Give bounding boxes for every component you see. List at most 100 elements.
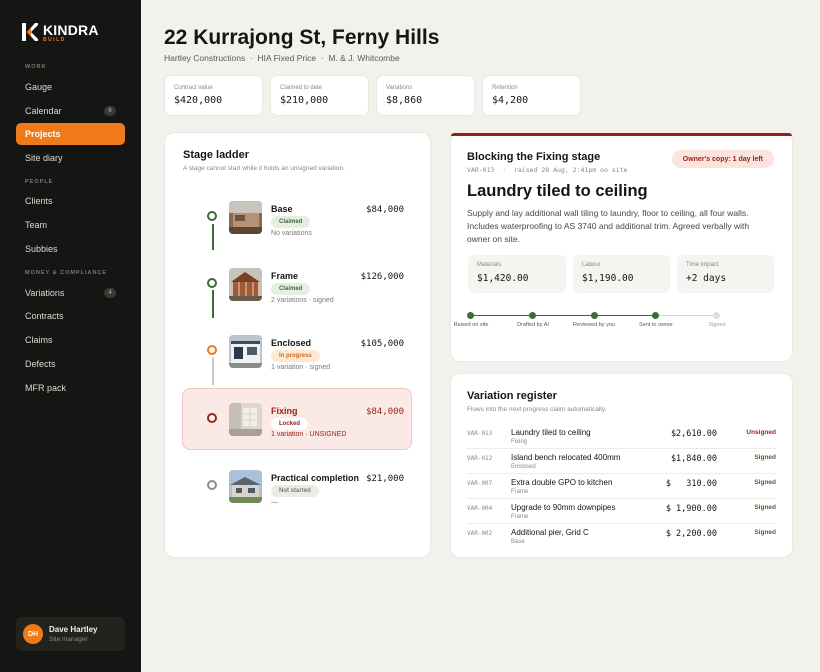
variation-status: Unsigned bbox=[746, 429, 776, 436]
kindra-logo-icon bbox=[22, 23, 38, 41]
figure-time-impact: Time impact +2 days bbox=[677, 255, 774, 293]
stage-photo-frame bbox=[229, 268, 262, 301]
stage-row-practical-completion[interactable]: Practical completion Not started — $21,0… bbox=[182, 455, 412, 517]
sidebar-item-calendar[interactable]: Calendar 6 bbox=[16, 100, 125, 122]
sidebar-item-label: Site diary bbox=[25, 153, 63, 163]
stage-amount: $126,000 bbox=[360, 272, 404, 282]
variation-stage: Enclosed bbox=[511, 464, 536, 470]
variation-title: Laundry tiled to ceiling bbox=[511, 428, 591, 437]
figure-labour: Labour $1,190.00 bbox=[573, 255, 670, 293]
stat-variations: Variations $8,860 bbox=[376, 75, 475, 116]
sidebar-item-contracts[interactable]: Contracts bbox=[16, 305, 125, 327]
variation-amount: $1,840.00 bbox=[670, 454, 717, 464]
figure-label: Labour bbox=[582, 262, 601, 268]
page-subtitle: Hartley Constructions · HIA Fixed Price … bbox=[164, 53, 400, 63]
sidebar-item-label: Variations bbox=[25, 288, 65, 298]
stage-amount: $84,000 bbox=[366, 205, 404, 215]
stage-note: No variations bbox=[271, 230, 312, 237]
step-label: Reviewed by you bbox=[573, 322, 615, 328]
step-label: Drafted by AI bbox=[517, 322, 549, 328]
variation-status: Signed bbox=[754, 504, 776, 511]
user-role: Site manager bbox=[49, 636, 88, 643]
stat-value: $210,000 bbox=[280, 95, 329, 106]
variation-id: VAR-013 bbox=[467, 430, 493, 437]
sidebar-item-label: Subbies bbox=[25, 244, 58, 254]
stage-name: Frame bbox=[271, 271, 299, 281]
status-badge: Not started bbox=[271, 485, 319, 497]
sidebar-item-variations[interactable]: Variations 4 bbox=[16, 282, 125, 304]
stat-retention: Retention $4,200 bbox=[482, 75, 581, 116]
stage-row-enclosed[interactable]: Enclosed In progress 1 variation · signe… bbox=[182, 320, 412, 382]
variation-description: Supply and lay additional wall tiling to… bbox=[467, 208, 750, 244]
sidebar-item-projects[interactable]: Projects bbox=[16, 123, 125, 145]
sidebar-item-clients[interactable]: Clients bbox=[16, 190, 125, 212]
variation-amount: $2,610.00 bbox=[670, 429, 717, 439]
owner-copy-badge[interactable]: Owner's copy: 1 day left bbox=[671, 150, 774, 168]
blocking-card: Blocking the Fixing stage Owner's copy: … bbox=[450, 132, 793, 362]
user-name: Dave Hartley bbox=[49, 625, 98, 634]
blocking-meta: VAR-013 · raised 28 Aug, 2:41pm on site bbox=[467, 166, 628, 174]
sidebar-item-label: Contracts bbox=[25, 311, 64, 321]
table-row[interactable]: VAR-007 Extra double GPO to kitchen Fram… bbox=[467, 474, 776, 499]
page-title: 22 Kurrajong St, Ferny Hills bbox=[164, 26, 440, 49]
status-badge: Claimed bbox=[271, 216, 311, 228]
step-done-icon bbox=[591, 312, 598, 319]
nav-section-money: MONEY & COMPLIANCE bbox=[25, 270, 108, 276]
sidebar-item-label: Team bbox=[25, 220, 48, 230]
stage-in-progress-icon bbox=[207, 345, 217, 355]
table-row[interactable]: VAR-002 Additional pier, Grid C Base $ 2… bbox=[467, 524, 776, 549]
table-row[interactable]: VAR-012 Island bench relocated 400mm Enc… bbox=[467, 449, 776, 474]
variations-count-badge: 4 bbox=[104, 288, 116, 298]
stat-value: $420,000 bbox=[174, 95, 223, 106]
stage-name: Enclosed bbox=[271, 338, 312, 348]
step-label: Sent to owner bbox=[639, 322, 673, 328]
figure-value: +2 days bbox=[686, 273, 727, 284]
figure-value: $1,190.00 bbox=[582, 273, 634, 284]
stage-row-frame[interactable]: Frame Claimed 2 variations · signed $126… bbox=[182, 253, 412, 315]
variation-heading: Laundry tiled to ceiling bbox=[467, 182, 648, 200]
sidebar-item-label: MFR pack bbox=[25, 383, 67, 393]
table-row[interactable]: VAR-013 Laundry tiled to ceiling Fixing … bbox=[467, 424, 776, 449]
variation-title: Additional pier, Grid C bbox=[511, 528, 589, 537]
sidebar-item-label: Calendar bbox=[25, 106, 62, 116]
nav-section-people: PEOPLE bbox=[25, 179, 54, 185]
stage-row-base[interactable]: Base Claimed No variations $84,000 bbox=[182, 186, 412, 248]
variation-stage: Base bbox=[511, 539, 525, 545]
stage-name: Fixing bbox=[271, 406, 298, 416]
stage-complete-icon bbox=[207, 278, 217, 288]
sidebar-item-mfr-pack[interactable]: MFR pack bbox=[16, 377, 125, 399]
sidebar-item-defects[interactable]: Defects bbox=[16, 353, 125, 375]
step-done-icon bbox=[529, 312, 536, 319]
sidebar-item-team[interactable]: Team bbox=[16, 214, 125, 236]
status-badge: In progress bbox=[271, 350, 320, 362]
stage-photo-base bbox=[229, 201, 262, 234]
variation-title: Extra double GPO to kitchen bbox=[511, 478, 613, 487]
user-card[interactable]: DH Dave Hartley Site manager bbox=[16, 617, 125, 651]
step-pending-icon bbox=[713, 312, 720, 319]
sidebar-item-label: Gauge bbox=[25, 82, 53, 92]
stat-value: $8,860 bbox=[386, 95, 423, 106]
variation-id: VAR-002 bbox=[467, 530, 493, 537]
variation-title: Island bench relocated 400mm bbox=[511, 453, 621, 462]
stat-label: Retention bbox=[492, 85, 518, 91]
table-row[interactable]: VAR-004 Upgrade to 90mm downpipes Frame … bbox=[467, 499, 776, 524]
sidebar-item-gauge[interactable]: Gauge bbox=[16, 76, 125, 98]
brand-logo[interactable]: KINDRA BUILD bbox=[22, 23, 99, 43]
stat-claimed-to-date: Claimed to date $210,000 bbox=[270, 75, 369, 116]
sidebar-item-subbies[interactable]: Subbies bbox=[16, 238, 125, 260]
sidebar-item-site-diary[interactable]: Site diary bbox=[16, 147, 125, 169]
calendar-count-badge: 6 bbox=[104, 106, 116, 116]
sidebar-item-claims[interactable]: Claims bbox=[16, 329, 125, 351]
variation-stage: Frame bbox=[511, 489, 529, 495]
stage-ladder-card: Stage ladder A stage cannot start while … bbox=[164, 132, 431, 558]
stage-note: 1 variation · signed bbox=[271, 364, 331, 371]
variation-status: Signed bbox=[754, 479, 776, 486]
stat-contract-value: Contract value $420,000 bbox=[164, 75, 263, 116]
variation-id: VAR-007 bbox=[467, 480, 493, 487]
stage-row-fixing[interactable]: Fixing Locked 1 variation · UNSIGNED $84… bbox=[182, 388, 412, 450]
register-title: Variation register bbox=[467, 390, 557, 402]
stage-amount: $84,000 bbox=[366, 407, 404, 417]
stat-label: Claimed to date bbox=[280, 85, 323, 91]
step-done-icon bbox=[652, 312, 659, 319]
stat-label: Contract value bbox=[174, 85, 213, 91]
